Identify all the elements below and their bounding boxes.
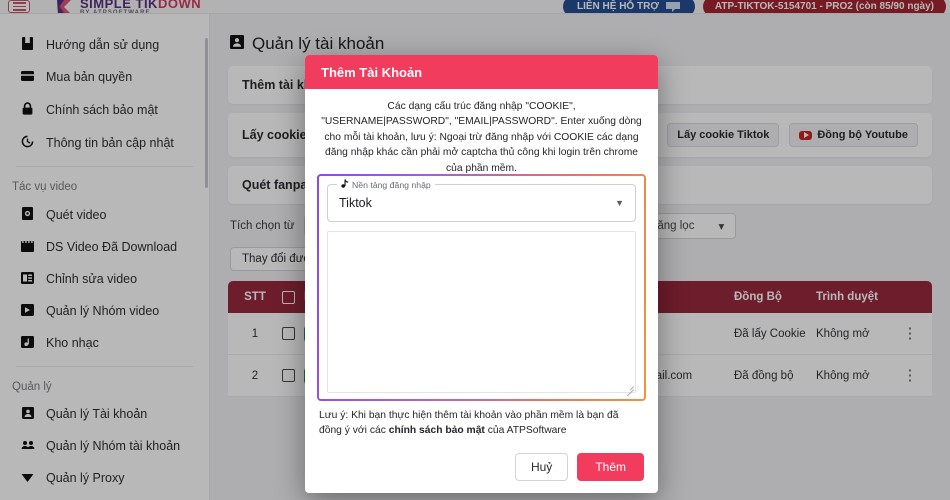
- lock-icon: [20, 102, 35, 117]
- sidebar-item-edit-video[interactable]: Chỉnh sửa video: [0, 263, 209, 295]
- chat-icon: [665, 2, 680, 12]
- sidebar-item-label: Mua bản quyền: [46, 70, 133, 84]
- account-box-icon: [230, 34, 244, 54]
- modal-footer-note: Lưu ý: Khi bạn thực hiện thêm tài khoản …: [319, 409, 644, 439]
- accounts-textarea[interactable]: [327, 231, 636, 394]
- sidebar-item-guide[interactable]: Hướng dẫn sử dụng: [0, 28, 209, 61]
- people-icon: [20, 440, 35, 452]
- cancel-button[interactable]: Huỷ: [514, 453, 569, 481]
- col-stt: STT: [244, 291, 266, 303]
- platform-select-label: Nền tảng đăng nhập: [352, 179, 431, 190]
- privacy-policy-link[interactable]: chính sách bảo mật: [389, 425, 485, 436]
- video-scan-icon: [20, 207, 35, 222]
- modal-form-highlight: Nền tảng đăng nhập Tiktok ▼: [317, 174, 646, 401]
- sidebar-divider: [16, 366, 193, 367]
- logo-mark-icon: [54, 0, 76, 13]
- sync-youtube-button[interactable]: Đồng bộ Youtube: [789, 123, 918, 147]
- footer-note-part2: của ATPSoftware: [484, 425, 567, 437]
- modal-actions: Huỷ Thêm: [319, 453, 644, 481]
- sidebar-item-label: DS Video Đã Download: [46, 240, 178, 254]
- row-sync-status: Đã đồng bộ: [734, 369, 794, 382]
- sidebar-item-post-schedule[interactable]: Lịch trình đăng bài: [0, 494, 209, 500]
- sidebar: Hướng dẫn sử dụng Mua bản quyền Chính sá…: [0, 14, 210, 500]
- logo-text-secondary: DOWN: [157, 0, 202, 11]
- row-checkbox[interactable]: [272, 369, 304, 382]
- col-sync: Đồng Bộ: [734, 291, 782, 303]
- more-vertical-icon[interactable]: ⋮: [898, 368, 922, 383]
- sidebar-item-label: Kho nhạc: [46, 336, 99, 350]
- sidebar-scrollbar[interactable]: [205, 38, 208, 188]
- page-title: Quản lý tài khoản: [230, 34, 932, 54]
- sidebar-group-manage: Quản lý: [12, 381, 52, 393]
- sidebar-item-label: Chính sách bảo mật: [46, 102, 158, 117]
- support-button[interactable]: LIÊN HỆ HỖ TRỢ: [562, 0, 695, 13]
- video-group-icon: [20, 304, 35, 318]
- platform-select-legend: Nền tảng đăng nhập: [337, 179, 435, 191]
- select-all-checkbox[interactable]: [272, 290, 304, 304]
- platform-select[interactable]: Nền tảng đăng nhập Tiktok ▼: [327, 179, 636, 223]
- get-cookie-tiktok-button[interactable]: Lấy cookie Tiktok: [667, 123, 780, 147]
- submit-button[interactable]: Thêm: [577, 453, 644, 481]
- tiktok-note-icon: [341, 179, 349, 190]
- row-checkbox[interactable]: [272, 327, 304, 340]
- sidebar-item-update-info[interactable]: Thông tin bản cập nhật: [0, 126, 209, 159]
- row-stt: 1: [251, 327, 259, 340]
- row-browser-status: Không mở: [816, 327, 870, 340]
- sidebar-item-label: Quản lý Proxy: [46, 471, 125, 485]
- credit-card-icon: [20, 71, 35, 83]
- sidebar-item-account-management[interactable]: Quản lý Tài khoản: [0, 398, 209, 430]
- edit-video-icon: [20, 272, 35, 286]
- sidebar-item-label: Quản lý Nhóm tài khoản: [46, 439, 181, 453]
- music-library-icon: [20, 336, 35, 350]
- license-badge: ATP-TIKTOK-5154701 - PRO2 (còn 85/90 ngà…: [702, 0, 946, 13]
- sidebar-item-account-groups[interactable]: Quản lý Nhóm tài khoản: [0, 430, 209, 462]
- row-stt: 2: [251, 369, 259, 382]
- row-browser-status: Không mở: [816, 369, 870, 382]
- sync-youtube-label: Đồng bộ Youtube: [817, 129, 908, 141]
- app-logo: SIMPLE TIKDOWN BY ATPSOFTWARE: [54, 0, 202, 13]
- support-button-label: LIÊN HỆ HỖ TRỢ: [576, 1, 659, 12]
- sidebar-divider: [16, 166, 193, 167]
- page-title-text: Quản lý tài khoản: [252, 34, 385, 53]
- sidebar-item-label: Quét video: [46, 207, 107, 222]
- top-bar-actions: LIÊN HỆ HỖ TRỢ ATP-TIKTOK-5154701 - PRO2…: [562, 0, 950, 13]
- account-icon: [20, 407, 35, 421]
- sidebar-group-video: Tác vụ video: [12, 181, 78, 193]
- refresh-icon: [20, 135, 35, 150]
- col-browser: Trình duyệt: [816, 291, 878, 303]
- add-account-modal: Thêm Tài Khoản Các dạng cấu trúc đăng nh…: [305, 55, 658, 493]
- more-vertical-icon[interactable]: ⋮: [898, 326, 922, 341]
- row-sync-status: Đã lấy Cookie: [734, 327, 806, 340]
- sidebar-item-label: Quản lý Nhóm video: [46, 304, 160, 318]
- sidebar-item-label: Hướng dẫn sử dụng: [46, 37, 160, 52]
- chevron-down-icon: ▾: [718, 221, 725, 233]
- top-bar: SIMPLE TIKDOWN BY ATPSOFTWARE LIÊN HỆ HỖ…: [0, 0, 950, 14]
- sidebar-item-scan-video[interactable]: Quét video: [0, 198, 209, 231]
- sidebar-item-privacy-policy[interactable]: Chính sách bảo mật: [0, 93, 209, 126]
- chevron-down-icon: ▼: [615, 198, 624, 209]
- book-icon: [20, 37, 35, 52]
- select-from-label: Tích chọn từ: [230, 220, 295, 232]
- modal-title: Thêm Tài Khoản: [305, 55, 658, 89]
- sidebar-item-downloaded-videos[interactable]: DS Video Đã Download: [0, 231, 209, 263]
- proxy-icon: [20, 472, 35, 485]
- platform-select-value: Tiktok: [339, 196, 372, 211]
- sidebar-item-buy-license[interactable]: Mua bản quyền: [0, 61, 209, 93]
- modal-footer: Lưu ý: Khi bạn thực hiện thêm tài khoản …: [305, 401, 658, 493]
- sidebar-item-label: Quản lý Tài khoản: [46, 407, 148, 421]
- film-icon: [20, 240, 35, 254]
- accounts-textarea-wrapper: [327, 231, 636, 394]
- sidebar-item-proxy-management[interactable]: Quản lý Proxy: [0, 462, 209, 494]
- sidebar-item-video-groups[interactable]: Quản lý Nhóm video: [0, 295, 209, 327]
- modal-body: Các dạng cấu trúc đăng nhập "COOKIE", "U…: [305, 89, 658, 401]
- sidebar-item-label: Chỉnh sửa video: [46, 272, 138, 286]
- modal-instructions: Các dạng cấu trúc đăng nhập "COOKIE", "U…: [321, 101, 642, 174]
- youtube-icon: [799, 130, 813, 140]
- sidebar-item-label: Thông tin bản cập nhật: [46, 135, 174, 150]
- hamburger-icon[interactable]: [8, 0, 30, 13]
- sidebar-item-music-library[interactable]: Kho nhạc: [0, 327, 209, 359]
- app-root: SIMPLE TIKDOWN BY ATPSOFTWARE LIÊN HỆ HỖ…: [0, 0, 950, 500]
